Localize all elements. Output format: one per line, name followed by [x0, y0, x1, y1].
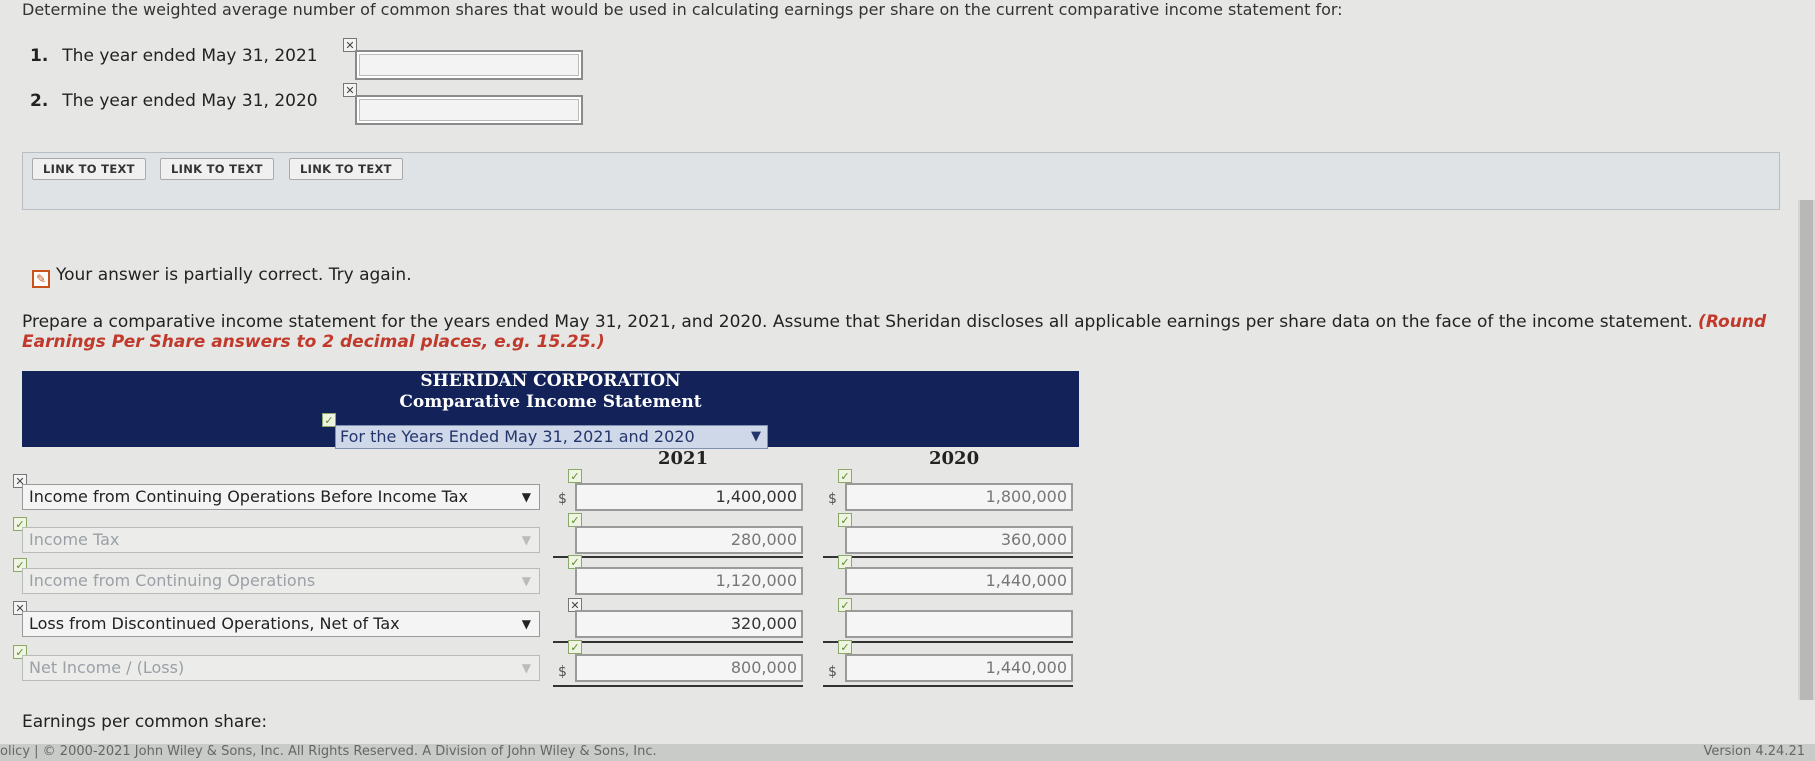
check-mark-icon: ✓ — [568, 513, 582, 527]
row-label-value: Net Income / (Loss) — [29, 658, 185, 677]
footer-version: Version 4.24.21 — [1703, 744, 1805, 759]
check-mark-icon: ✓ — [838, 640, 852, 654]
question-number: 1. — [30, 46, 49, 66]
link-to-text-button-2[interactable]: LINK TO TEXT — [160, 158, 274, 180]
subtotal-rule — [553, 641, 803, 643]
amount-input-2021[interactable]: 1,400,000 — [575, 483, 803, 511]
amount-input-2020[interactable]: 1,440,000 — [845, 654, 1073, 682]
amount-input-2021[interactable]: 1,120,000 — [575, 567, 803, 595]
subtotal-rule — [823, 556, 1073, 558]
amount-input-2020[interactable] — [845, 610, 1073, 638]
question-intro: Determine the weighted average number of… — [22, 0, 1343, 19]
currency-symbol: $ — [558, 491, 567, 507]
amount-input-2021[interactable]: 800,000 — [575, 654, 803, 682]
question-item-2: 2. The year ended May 31, 2020 — [30, 91, 318, 111]
row-label-select[interactable]: Income Tax ▼ — [22, 527, 540, 553]
amount-input-2020[interactable]: 1,800,000 — [845, 483, 1073, 511]
answer-status: ✎ Your answer is partially correct. Try a… — [32, 265, 412, 288]
company-name: SHERIDAN CORPORATION — [420, 371, 681, 391]
link-panel — [22, 152, 1780, 210]
total-double-rule — [553, 685, 803, 687]
period-select-value: For the Years Ended May 31, 2021 and 202… — [340, 427, 695, 446]
question-item-1: 1. The year ended May 31, 2021 — [30, 46, 318, 66]
row-label-value: Income from Continuing Operations Before… — [29, 487, 469, 506]
check-mark-icon: ✓ — [322, 413, 336, 427]
amount-input-2021[interactable]: 320,000 — [575, 610, 803, 638]
chevron-down-icon: ▼ — [521, 617, 531, 631]
row-label-value: Income from Continuing Operations — [29, 571, 316, 590]
page-footer: olicy | © 2000-2021 John Wiley & Sons, I… — [0, 744, 1815, 761]
pencil-icon: ✎ — [32, 270, 50, 288]
period-select[interactable]: For the Years Ended May 31, 2021 and 202… — [335, 425, 768, 449]
chevron-down-icon: ▼ — [521, 661, 531, 675]
row-label-select[interactable]: Net Income / (Loss) ▼ — [22, 655, 540, 681]
question-number: 2. — [30, 91, 49, 111]
check-mark-icon: ✓ — [568, 469, 582, 483]
row-label-value: Loss from Discontinued Operations, Net o… — [29, 614, 400, 633]
chevron-down-icon: ▼ — [751, 429, 761, 444]
eps-section-label: Earnings per common share: — [22, 712, 268, 732]
row-label-select[interactable]: Loss from Discontinued Operations, Net o… — [22, 611, 540, 637]
row-label-select[interactable]: Income from Continuing Operations Before… — [22, 484, 540, 510]
check-mark-icon: ✓ — [568, 640, 582, 654]
chevron-down-icon: ▼ — [521, 533, 531, 547]
q2-answer-field[interactable] — [355, 95, 583, 125]
scrollbar-thumb[interactable] — [1800, 200, 1813, 700]
link-to-text-button-3[interactable]: LINK TO TEXT — [289, 158, 403, 180]
year-header-2021: 2021 — [658, 448, 709, 469]
amount-input-2020[interactable]: 1,440,000 — [845, 567, 1073, 595]
instructions: Prepare a comparative income statement f… — [22, 312, 1792, 352]
amount-input-2020[interactable]: 360,000 — [845, 526, 1073, 554]
question-label: The year ended May 31, 2020 — [62, 91, 318, 111]
q1-answer-field[interactable] — [355, 50, 583, 80]
row-label-select[interactable]: Income from Continuing Operations ▼ — [22, 568, 540, 594]
currency-symbol: $ — [558, 664, 567, 680]
link-to-text-button-1[interactable]: LINK TO TEXT — [32, 158, 146, 180]
currency-symbol: $ — [828, 664, 837, 680]
subtotal-rule — [553, 556, 803, 558]
subtotal-rule — [823, 641, 1073, 643]
row-label-value: Income Tax — [29, 530, 120, 549]
total-double-rule — [823, 685, 1073, 687]
check-mark-icon: ✓ — [838, 469, 852, 483]
currency-symbol: $ — [828, 491, 837, 507]
chevron-down-icon: ▼ — [521, 574, 531, 588]
check-mark-icon: ✓ — [838, 513, 852, 527]
footer-copyright: olicy | © 2000-2021 John Wiley & Sons, I… — [0, 744, 657, 759]
statement-title: Comparative Income Statement — [399, 392, 702, 412]
status-text: Your answer is partially correct. Try ag… — [56, 265, 412, 285]
amount-input-2021[interactable]: 280,000 — [575, 526, 803, 554]
year-header-2020: 2020 — [929, 448, 980, 469]
question-label: The year ended May 31, 2021 — [62, 46, 318, 66]
chevron-down-icon: ▼ — [521, 490, 531, 504]
instructions-main: Prepare a comparative income statement f… — [22, 312, 1693, 332]
